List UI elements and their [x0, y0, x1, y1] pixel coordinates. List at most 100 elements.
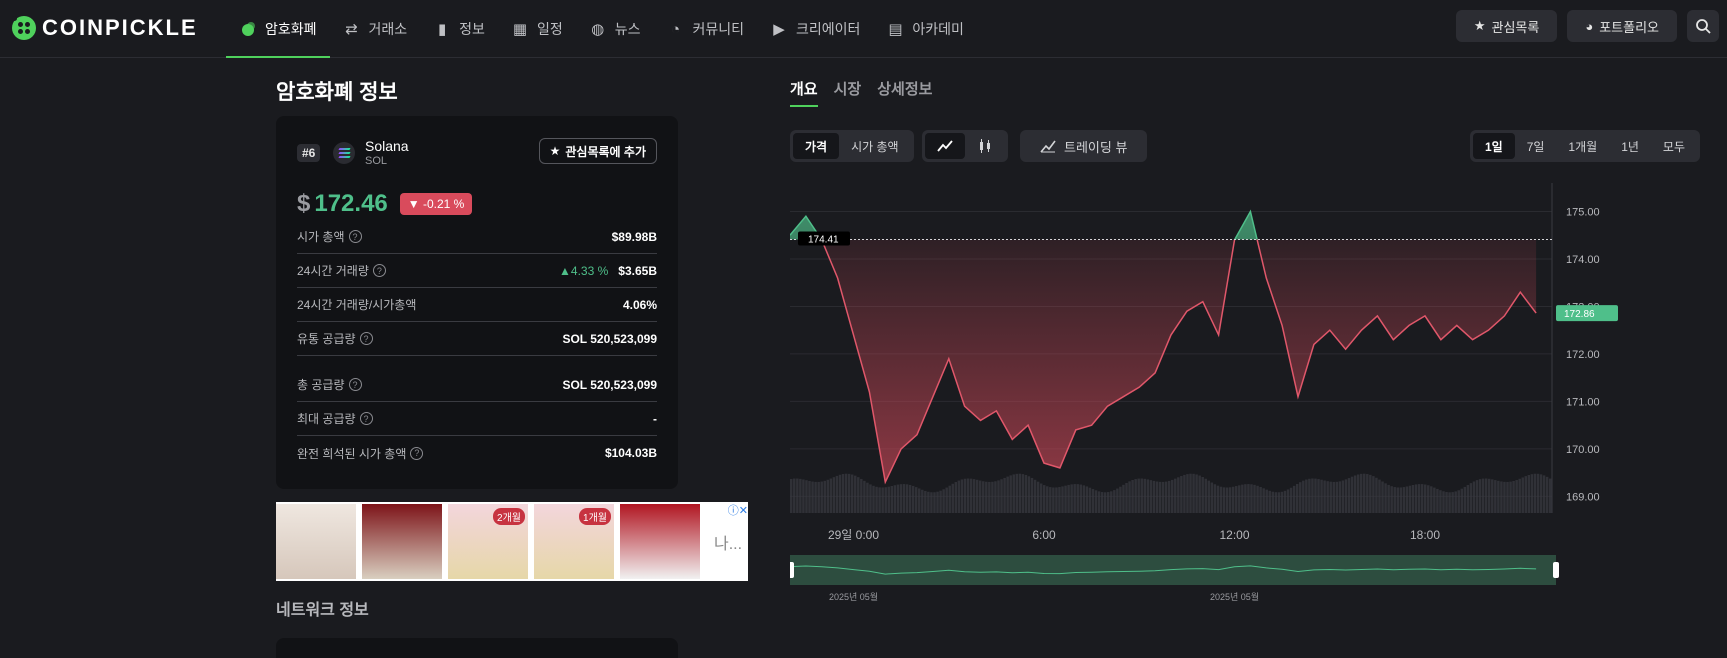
advertisement-banner[interactable]: 2개월 1개월 나... ⓘ✕	[276, 502, 748, 581]
volume-bar	[1311, 478, 1314, 513]
volume-bar	[918, 488, 921, 513]
volume-bar	[829, 478, 833, 513]
volume-bar	[1247, 484, 1250, 513]
market-cap-metric-button[interactable]: 시가 총액	[839, 133, 911, 159]
volume-bar	[1271, 491, 1275, 513]
main-nav: 암호화폐 ⇄ 거래소 ▮ 정보 ▦ 일정 ◍ 뉴스 ◔ 커뮤니티 ▶ 크리에이터 ▤ 아카데미	[226, 0, 977, 58]
search-button[interactable]	[1687, 10, 1719, 42]
ad-close-icon[interactable]: ⓘ✕	[728, 502, 748, 518]
currency-symbol: $	[297, 190, 311, 217]
nav-item-2[interactable]: ▮ 정보	[420, 0, 498, 58]
chart-tab-0[interactable]: 개요	[790, 78, 818, 107]
volume-bar	[863, 480, 866, 513]
volume-bar	[1542, 475, 1546, 513]
volume-change: ▲4.33 %	[559, 263, 609, 278]
stat-label: 24시간 거래량?	[297, 262, 386, 279]
help-icon[interactable]: ?	[372, 264, 386, 277]
volume-bar	[911, 485, 915, 513]
volume-bar	[1222, 487, 1226, 513]
help-icon[interactable]: ?	[410, 446, 424, 460]
volume-bar	[988, 481, 991, 513]
trading-view-button[interactable]: 트레이딩 뷰	[1020, 130, 1148, 162]
line-chart-button[interactable]	[925, 133, 965, 159]
help-icon[interactable]: ?	[348, 378, 362, 391]
nav-item-3[interactable]: ▦ 일정	[498, 0, 576, 58]
volume-bar	[1396, 487, 1399, 513]
volume-bar	[1305, 479, 1308, 513]
nav-item-6[interactable]: ▶ 크리에이터	[757, 0, 873, 58]
nav-item-0[interactable]: 암호화폐	[226, 0, 330, 58]
volume-bar	[1545, 476, 1549, 513]
volume-bar	[1439, 490, 1442, 513]
volume-bar	[826, 479, 830, 513]
volume-bar	[823, 480, 826, 513]
add-to-watchlist-button[interactable]: ★ 관심목록에 추가	[538, 138, 657, 164]
volume-bar	[838, 474, 842, 513]
volume-bar	[1442, 491, 1445, 513]
volume-bar	[1012, 474, 1015, 513]
nav-item-7[interactable]: ▤ 아카데미	[873, 0, 977, 58]
price-metric-button[interactable]: 가격	[793, 133, 840, 159]
volume-bar	[1515, 480, 1518, 513]
stat-value-text: 4.06%	[622, 297, 657, 312]
price-chart[interactable]: 175.00174.00173.00172.00171.00170.00169.…	[790, 183, 1700, 602]
help-icon[interactable]: ?	[359, 412, 373, 425]
volume-bar	[1262, 488, 1265, 513]
volume-bar	[1353, 475, 1357, 513]
stat-label: 총 공급량?	[297, 376, 362, 393]
ad-image[interactable]	[362, 504, 442, 579]
stat-label-text: 최대 공급량	[297, 412, 356, 426]
y-tick-label: 175.00	[1566, 206, 1600, 218]
volume-bar	[1076, 484, 1079, 513]
volume-bar	[1009, 475, 1012, 513]
volume-bar	[1042, 485, 1046, 513]
range-button-0[interactable]: 1일	[1472, 133, 1515, 159]
volume-bar	[1189, 473, 1192, 513]
volume-bar	[1161, 481, 1165, 513]
volume-bar	[1320, 479, 1323, 513]
ad-image[interactable]	[276, 504, 356, 579]
volume-bar	[1231, 486, 1235, 513]
logo[interactable]: COINPICKLE	[12, 15, 198, 41]
volume-bar	[1274, 492, 1278, 513]
ad-image[interactable]: 2개월	[448, 504, 528, 579]
portfolio-button[interactable]: ◕ 포트폴리오	[1567, 10, 1677, 42]
volume-bar	[1478, 479, 1482, 513]
help-icon[interactable]: ?	[348, 230, 362, 243]
y-tick-label: 170.00	[1566, 444, 1600, 456]
ad-image[interactable]: 1개월	[534, 504, 614, 579]
nav-item-1[interactable]: ⇄ 거래소	[330, 0, 421, 58]
x-tick-label: 6:00	[1032, 528, 1056, 542]
volume-bar	[1085, 486, 1089, 513]
volume-bar	[1195, 474, 1198, 513]
chart-tab-1[interactable]: 시장	[834, 78, 862, 107]
stat-row: 완전 희석된 시가 총액? $104.03B	[297, 436, 657, 470]
volume-bar	[933, 492, 936, 513]
star-icon: ★	[549, 144, 561, 158]
volume-bar	[1021, 474, 1025, 513]
chart-type-toggle	[922, 130, 1008, 162]
range-button-1[interactable]: 7일	[1515, 133, 1557, 159]
stat-value: SOL 520,523,099	[562, 378, 657, 392]
volume-bar	[1006, 476, 1009, 513]
candlestick-chart-button[interactable]	[965, 133, 1005, 159]
stat-row: 24시간 거래량? ▲4.33 % $3.65B	[297, 254, 657, 288]
volume-bar	[936, 491, 939, 513]
range-button-4[interactable]: 모두	[1651, 133, 1697, 159]
stat-label-text: 24시간 거래량	[297, 264, 369, 278]
watchlist-button[interactable]: ★ 관심목록	[1455, 10, 1558, 42]
ad-image[interactable]	[620, 504, 700, 579]
volume-bar	[1055, 487, 1058, 513]
range-button-3[interactable]: 1년	[1609, 133, 1651, 159]
volume-bar	[1524, 476, 1528, 513]
volume-bar	[1491, 479, 1494, 513]
volume-bar	[1417, 484, 1421, 513]
nav-item-5[interactable]: ◔ 커뮤니티	[653, 0, 757, 58]
nav-item-4[interactable]: ◍ 뉴스	[576, 0, 654, 58]
range-button-2[interactable]: 1개월	[1556, 133, 1609, 159]
price-row: $172.46 ▼ -0.21 %	[297, 190, 473, 218]
volume-bar	[1125, 482, 1128, 513]
help-icon[interactable]: ?	[359, 332, 373, 345]
volume-bar	[930, 492, 933, 513]
chart-tab-2[interactable]: 상세정보	[877, 78, 932, 107]
